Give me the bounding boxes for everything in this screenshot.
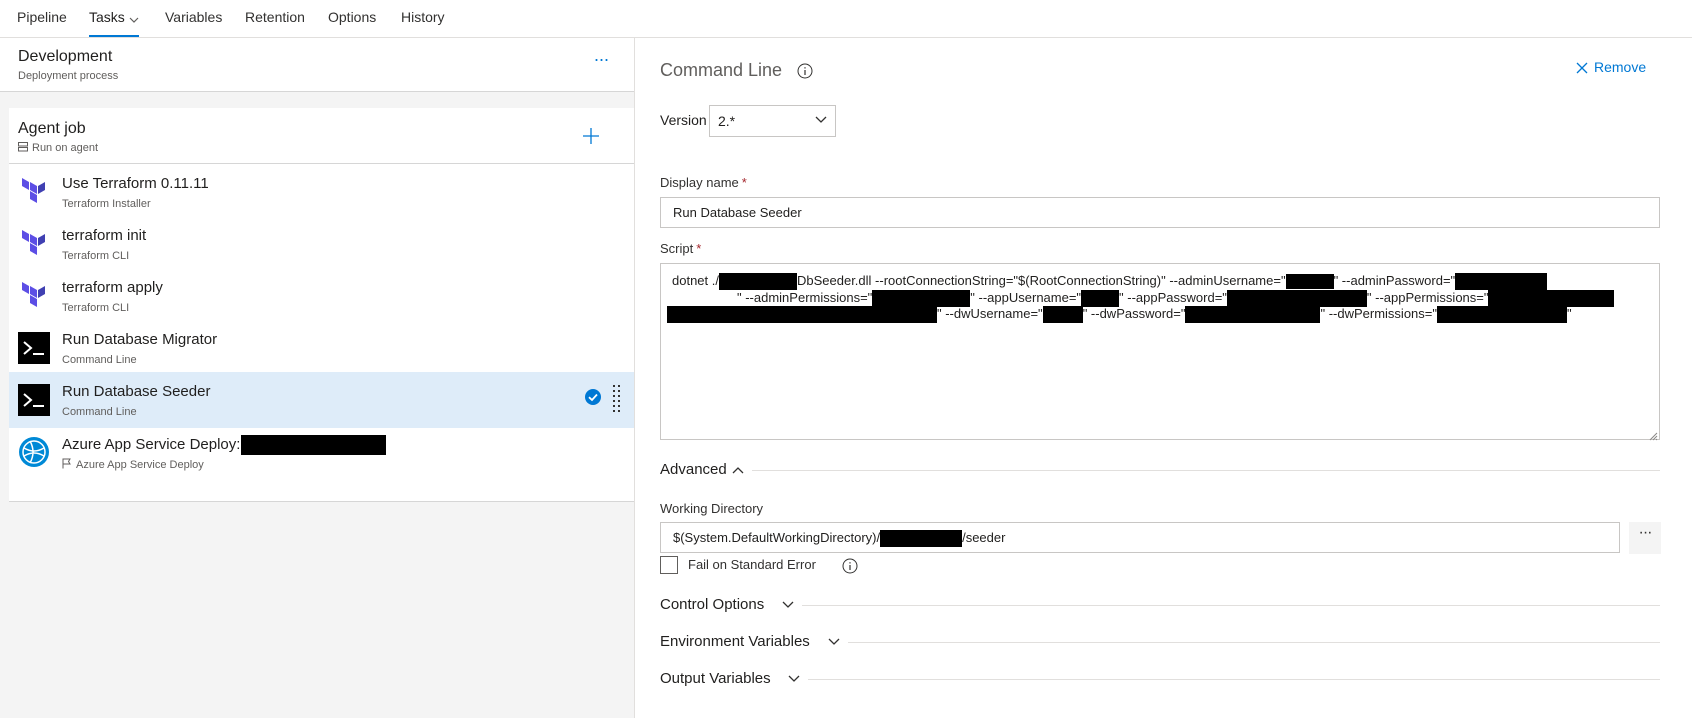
environment-variables-section-header[interactable]: Environment Variables [660, 631, 1660, 655]
chevron-down-icon [782, 601, 794, 608]
terraform-icon [18, 176, 50, 208]
redacted-block [1226, 290, 1367, 308]
chevron-down-icon [129, 1, 139, 36]
stage-title: Development [18, 48, 113, 65]
redacted-block [241, 435, 387, 455]
task-subtitle: Command Line [62, 406, 137, 418]
redacted-block [1042, 306, 1083, 324]
task-row-terraform-init[interactable]: terraform init Terraform CLI [9, 216, 634, 272]
server-icon [18, 142, 28, 152]
add-task-button[interactable] [579, 124, 603, 148]
close-icon [1576, 62, 1588, 74]
task-title: Run Database Migrator [62, 331, 218, 348]
version-dropdown[interactable]: 2.* [709, 105, 836, 137]
flag-icon [62, 458, 76, 471]
script-textarea[interactable]: dotnet ./DbSeeder.dll --rootConnectionSt… [660, 263, 1660, 441]
info-icon[interactable] [842, 558, 858, 574]
display-name-input[interactable]: Run Database Seeder [660, 197, 1660, 228]
tab-variables[interactable]: Variables [165, 0, 222, 37]
azure-app-service-icon [18, 436, 50, 468]
fail-on-standard-error-checkbox[interactable] [660, 556, 678, 574]
stage-header[interactable]: Development Deployment process ··· [0, 38, 634, 92]
plus-icon [583, 128, 599, 144]
drag-handle-icon[interactable] [612, 384, 622, 414]
chevron-down-icon [828, 638, 840, 645]
tab-history[interactable]: History [401, 0, 445, 37]
browse-more-button[interactable]: ··· [1629, 522, 1661, 554]
task-subtitle: Command Line [62, 354, 137, 366]
command-line-icon [18, 332, 50, 364]
agent-job-title: Agent job [18, 120, 86, 137]
redacted-block [1185, 306, 1321, 324]
task-details-pane: Command Line Remove Version 2.* Display … [636, 38, 1692, 718]
task-row-run-database-seeder[interactable]: Run Database Seeder Command Line [9, 372, 634, 428]
remove-button[interactable]: Remove [1576, 59, 1646, 75]
working-directory-input[interactable]: $(System.DefaultWorkingDirectory)//seede… [660, 522, 1620, 553]
chevron-down-icon [788, 675, 800, 682]
task-row-use-terraform[interactable]: Use Terraform 0.11.11 Terraform Installe… [9, 164, 634, 220]
working-directory-label: Working Directory [660, 501, 764, 516]
task-title: Azure App Service Deploy: [62, 435, 387, 455]
task-subtitle: Terraform CLI [62, 302, 130, 314]
control-options-section-header[interactable]: Control Options [660, 594, 1660, 618]
task-title: terraform apply [62, 279, 163, 296]
command-line-icon [18, 384, 50, 416]
redacted-block [1081, 290, 1120, 308]
pipeline-tab-bar: Pipeline Tasks Variables Retention Optio… [0, 0, 1692, 38]
tab-pipeline[interactable]: Pipeline [17, 0, 67, 37]
script-line-2: " --adminPermissions=" " --appUsername=" "… [737, 290, 1615, 308]
task-title: Run Database Seeder [62, 383, 211, 400]
task-subtitle: Terraform Installer [62, 198, 151, 210]
advanced-section-header[interactable]: Advanced [660, 459, 1660, 483]
tab-retention[interactable]: Retention [245, 0, 305, 37]
redacted-block [718, 273, 797, 291]
more-options-icon[interactable]: ··· [589, 50, 613, 72]
task-subtitle: Azure App Service Deploy [76, 459, 204, 471]
stage-subtitle: Deployment process [18, 70, 119, 82]
agent-job-subtitle: Run on agent [32, 142, 99, 154]
redacted-block [872, 290, 971, 308]
script-line-3: " --dwUsername=" " --dwPassword=" " --dwPe… [667, 306, 1572, 324]
script-label: Script * [660, 241, 702, 256]
chevron-down-icon [815, 116, 827, 123]
version-label: Version [660, 112, 707, 128]
display-name-label: Display name * [660, 175, 747, 190]
terraform-icon [18, 228, 50, 260]
task-title: Use Terraform 0.11.11 [62, 175, 209, 192]
info-icon[interactable] [797, 63, 813, 79]
fail-on-standard-error-label: Fail on Standard Error [688, 557, 816, 572]
task-row-azure-app-service-deploy[interactable]: Azure App Service Deploy: Azure App Serv… [9, 424, 634, 480]
script-line-1: dotnet ./DbSeeder.dll --rootConnectionSt… [672, 273, 1548, 291]
task-row-terraform-apply[interactable]: terraform apply Terraform CLI [9, 268, 634, 324]
task-title: terraform init [62, 227, 147, 244]
task-row-run-database-migrator[interactable]: Run Database Migrator Command Line [9, 320, 634, 376]
task-heading: Command Line [660, 60, 783, 80]
agent-job-row[interactable]: Agent job Run on agent [9, 108, 634, 164]
tab-tasks[interactable]: Tasks [89, 0, 139, 37]
tab-options[interactable]: Options [328, 0, 376, 37]
output-variables-section-header[interactable]: Output Variables [660, 668, 1660, 692]
redacted-block [1437, 306, 1567, 324]
chevron-up-icon [732, 467, 744, 474]
task-list-pane: Development Deployment process ··· Agent… [0, 38, 635, 718]
checkmark-circle-icon [584, 388, 602, 406]
redacted-block [667, 306, 937, 324]
job-task-list: Agent job Run on agent Use Terraform 0.1… [9, 108, 634, 502]
redacted-block [880, 530, 963, 548]
task-subtitle: Terraform CLI [62, 250, 130, 262]
resize-grip-icon[interactable] [1648, 428, 1658, 441]
redacted-block [1285, 274, 1334, 290]
terraform-icon [18, 280, 50, 312]
redacted-block [1455, 273, 1548, 291]
redacted-block [1488, 290, 1615, 308]
